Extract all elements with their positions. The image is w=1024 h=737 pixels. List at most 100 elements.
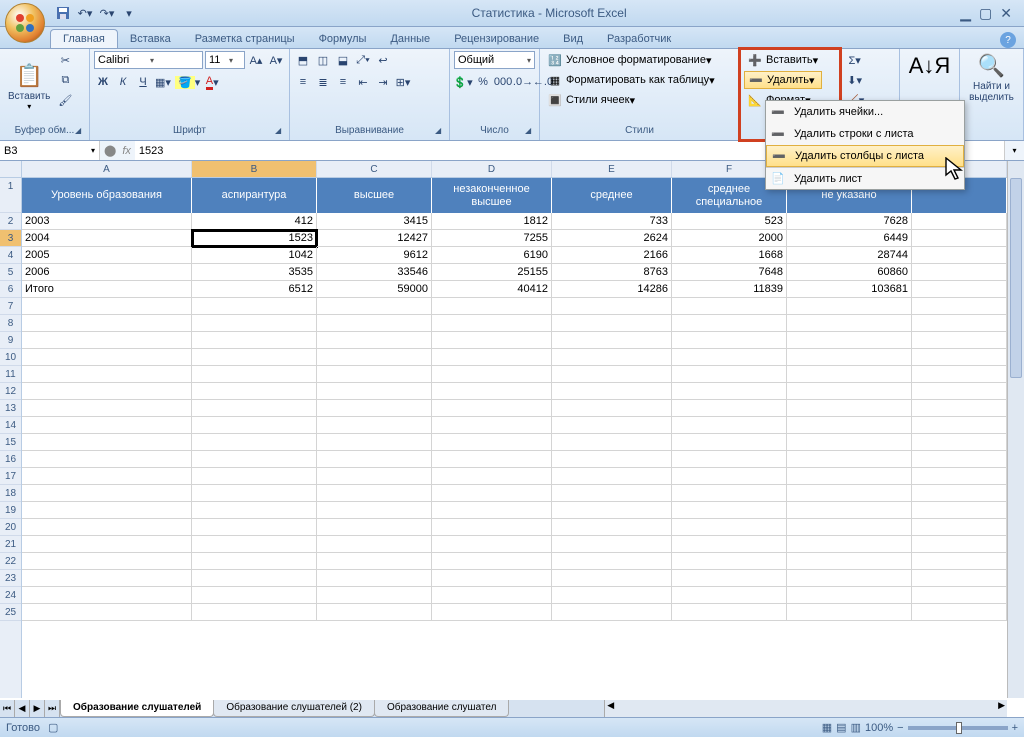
delete-cells-item[interactable]: ➖Удалить ячейки... [766,101,964,123]
cell[interactable] [22,366,192,383]
delete-rows-item[interactable]: ➖Удалить строки с листа [766,123,964,145]
cell[interactable] [22,485,192,502]
prev-sheet-icon[interactable]: ◀ [15,700,30,717]
font-size-combo[interactable]: ▾ [205,51,245,69]
row-header-24[interactable]: 24 [0,587,21,604]
row-header-8[interactable]: 8 [0,315,21,332]
cell[interactable] [552,383,672,400]
row-header-19[interactable]: 19 [0,502,21,519]
cell[interactable]: незаконченное высшее [432,178,552,213]
cell[interactable] [912,400,1007,417]
vertical-scrollbar[interactable] [1007,161,1024,698]
cell[interactable] [317,553,432,570]
cell[interactable] [432,570,552,587]
cell[interactable]: 2000 [672,230,787,247]
delete-sheet-item[interactable]: 📄Удалить лист [766,167,964,189]
cell[interactable] [787,366,912,383]
cell[interactable] [432,519,552,536]
tab-вставка[interactable]: Вставка [118,30,183,48]
cell[interactable] [552,417,672,434]
normal-view-icon[interactable]: ▦ [822,721,832,734]
cell[interactable] [552,570,672,587]
comma-icon[interactable]: 000 [494,73,512,91]
tab-разметка страницы[interactable]: Разметка страницы [183,30,307,48]
cell[interactable] [672,468,787,485]
cell[interactable]: 412 [192,213,317,230]
cell[interactable]: 33546 [317,264,432,281]
cell[interactable]: 7648 [672,264,787,281]
cell[interactable] [672,400,787,417]
cell-styles-button[interactable]: 🔳Стили ячеек▾ [544,91,719,109]
cell[interactable] [672,315,787,332]
cell[interactable] [22,349,192,366]
cell[interactable] [432,502,552,519]
cell[interactable] [317,468,432,485]
font-launcher-icon[interactable]: ◢ [275,126,287,138]
cell[interactable] [317,604,432,621]
align-left-icon[interactable]: ≡ [294,73,312,91]
cell[interactable] [672,570,787,587]
zoom-out-icon[interactable]: − [897,722,903,734]
sheet-tab[interactable]: Образование слушател [374,700,510,717]
cell[interactable]: 2624 [552,230,672,247]
cell[interactable]: 6190 [432,247,552,264]
cell[interactable] [787,315,912,332]
cell[interactable] [22,383,192,400]
cell[interactable] [912,349,1007,366]
cell[interactable]: 2003 [22,213,192,230]
page-layout-view-icon[interactable]: ▤ [836,721,846,734]
format-as-table-button[interactable]: ▦Форматировать как таблицу▾ [544,71,719,89]
align-bottom-icon[interactable]: ⬓ [334,51,352,69]
cell[interactable] [317,332,432,349]
col-header-D[interactable]: D [432,161,552,177]
delete-cells-button[interactable]: ➖Удалить▾ [744,71,822,89]
tab-главная[interactable]: Главная [50,29,118,48]
macro-record-icon[interactable]: ▢ [48,721,58,734]
cell[interactable] [552,553,672,570]
cell[interactable] [192,553,317,570]
decrease-indent-icon[interactable]: ⇤ [354,73,372,91]
cell[interactable] [912,264,1007,281]
sort-filter-button[interactable]: А↓Я [904,51,955,81]
cell[interactable] [787,502,912,519]
cell[interactable]: 40412 [432,281,552,298]
cell[interactable] [787,519,912,536]
cell[interactable] [317,570,432,587]
cell[interactable] [317,536,432,553]
cell[interactable] [192,536,317,553]
cell[interactable] [552,400,672,417]
horizontal-scrollbar[interactable]: ◀ ▶ [604,700,1007,717]
cell[interactable] [317,485,432,502]
row-header-2[interactable]: 2 [0,213,21,230]
qat-customize-icon[interactable]: ▾ [120,4,138,22]
cell[interactable] [787,349,912,366]
cell[interactable] [787,400,912,417]
cell[interactable] [552,502,672,519]
cell[interactable] [317,451,432,468]
cell[interactable] [22,519,192,536]
row-header-16[interactable]: 16 [0,451,21,468]
row-header-4[interactable]: 4 [0,247,21,264]
number-launcher-icon[interactable]: ◢ [525,126,537,138]
cell[interactable] [432,434,552,451]
cell[interactable] [432,400,552,417]
cell[interactable] [552,366,672,383]
cell[interactable] [192,332,317,349]
col-header-E[interactable]: E [552,161,672,177]
cell[interactable] [22,604,192,621]
cell[interactable] [672,553,787,570]
wrap-text-icon[interactable]: ↩ [374,51,392,69]
cell[interactable] [192,604,317,621]
cell[interactable] [192,298,317,315]
tab-формулы[interactable]: Формулы [307,30,379,48]
cell[interactable] [552,434,672,451]
cell[interactable] [912,281,1007,298]
cell[interactable] [787,485,912,502]
cell[interactable]: 8763 [552,264,672,281]
cell[interactable] [192,315,317,332]
row-header-12[interactable]: 12 [0,383,21,400]
cut-icon[interactable]: ✂ [56,51,74,69]
fx-icon[interactable]: fx [122,145,131,157]
autosum-icon[interactable]: Σ▾ [844,51,865,69]
conditional-formatting-button[interactable]: 🔢Условное форматирование▾ [544,51,719,69]
